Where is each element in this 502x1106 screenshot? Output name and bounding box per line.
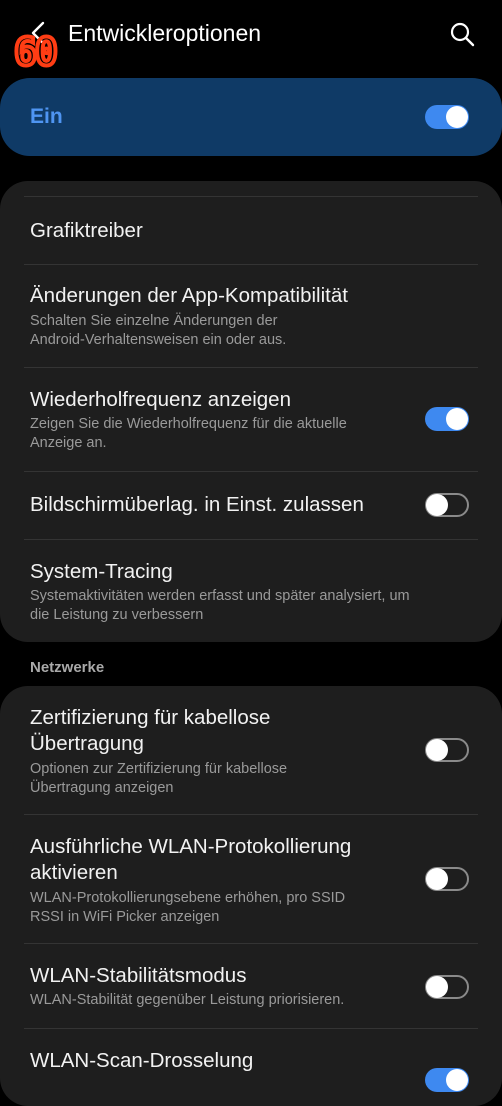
setting-subtitle: Android-Verhaltensweisen ein oder aus. <box>30 332 287 348</box>
setting-title: WLAN-Scan-Drosselung <box>30 1049 254 1072</box>
section-header-networks: Netzwerke <box>30 659 105 676</box>
search-icon <box>450 22 475 47</box>
setting-subtitle: die Leistung zu verbessern <box>30 607 204 623</box>
setting-title: Änderungen der App-Kompatibilität <box>30 284 348 307</box>
setting-subtitle: Schalten Sie einzelne Änderungen der <box>30 313 278 329</box>
wifi-stability-mode-toggle[interactable] <box>425 975 469 999</box>
allow-screen-overlays-toggle[interactable] <box>425 493 469 517</box>
setting-subtitle: Übertragung anzeigen <box>30 780 174 796</box>
toggle-knob <box>446 106 468 128</box>
divider <box>24 1028 478 1029</box>
settings-card-networks: Zertifizierung für kabellose Übertragung… <box>0 686 502 1106</box>
divider <box>24 539 478 540</box>
show-refresh-rate-toggle[interactable] <box>425 407 469 431</box>
toggle-knob <box>426 868 448 890</box>
divider <box>24 471 478 472</box>
setting-title: Wiederholfrequenz anzeigen <box>30 388 291 411</box>
toggle-knob <box>446 1069 468 1091</box>
setting-subtitle: Zeigen Sie die Wiederholfrequenz für die… <box>30 416 347 432</box>
verbose-wifi-logging-toggle[interactable] <box>425 867 469 891</box>
top-app-bar: 60 Entwickleroptionen <box>0 0 502 74</box>
divider <box>24 943 478 944</box>
settings-card-debugging: Grafiktreiber Änderungen der App-Kompati… <box>0 181 502 642</box>
developer-options-master-switch[interactable]: Ein <box>0 78 502 156</box>
divider <box>24 367 478 368</box>
setting-subtitle: WLAN-Stabilität gegenüber Leistung prior… <box>30 992 345 1008</box>
setting-subtitle: WLAN-Protokollierungsebene erhöhen, pro … <box>30 890 346 906</box>
setting-title: Übertragung <box>30 732 144 755</box>
setting-title: Bildschirmüberlag. in Einst. zulassen <box>30 493 364 516</box>
divider <box>24 196 478 197</box>
setting-title: Zertifizierung für kabellose <box>30 706 271 729</box>
master-switch-label: Ein <box>30 105 63 128</box>
setting-subtitle: Systemaktivitäten werden erfasst und spä… <box>30 588 410 604</box>
refresh-rate-overlay: 60 <box>12 30 60 74</box>
wireless-certification-toggle[interactable] <box>425 738 469 762</box>
divider <box>24 814 478 815</box>
setting-subtitle: Anzeige an. <box>30 435 107 451</box>
setting-title: Grafiktreiber <box>30 219 143 242</box>
setting-title: Ausführliche WLAN-Protokollierung <box>30 835 352 858</box>
search-button[interactable] <box>448 20 476 48</box>
page-title: Entwickleroptionen <box>68 20 262 46</box>
toggle-knob <box>426 739 448 761</box>
toggle-knob <box>426 976 448 998</box>
toggle-knob <box>426 494 448 516</box>
setting-title: WLAN-Stabilitätsmodus <box>30 964 247 987</box>
setting-subtitle: Optionen zur Zertifizierung für kabellos… <box>30 761 288 777</box>
wifi-scan-throttling-toggle[interactable] <box>425 1068 469 1092</box>
setting-title: aktivieren <box>30 861 118 884</box>
setting-title: System-Tracing <box>30 560 173 583</box>
toggle-knob <box>446 408 468 430</box>
divider <box>24 264 478 265</box>
setting-subtitle: RSSI in WiFi Picker anzeigen <box>30 909 220 925</box>
master-toggle[interactable] <box>425 105 469 129</box>
